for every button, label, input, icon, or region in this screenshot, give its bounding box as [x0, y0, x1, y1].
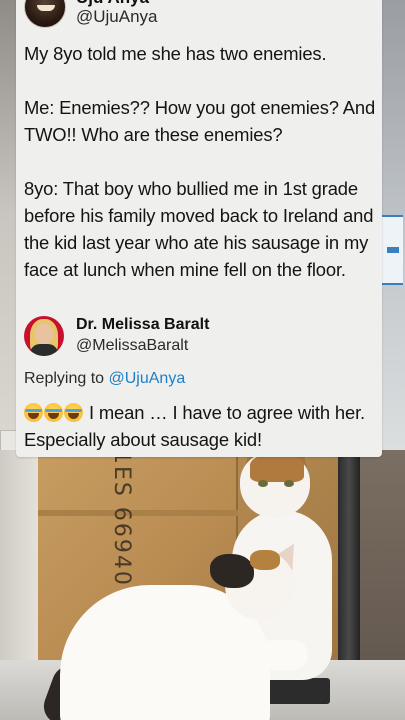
crouching-cat-paw — [258, 640, 308, 670]
face-with-tears-of-joy-icon — [64, 403, 83, 422]
standing-cat-eye-left — [258, 480, 268, 487]
reply-text-block: I mean … I have to agree with her. Espec… — [24, 399, 380, 453]
reply-author-handle[interactable]: @MelissaBaralt — [76, 337, 188, 355]
face-with-tears-of-joy-icon — [24, 403, 43, 422]
avatar-shirt — [30, 344, 58, 356]
replying-to-link[interactable]: @UjuAnya — [109, 370, 186, 387]
background-sign — [379, 215, 403, 285]
box-tape — [38, 510, 238, 516]
cats-photo: 1ES 66940 — [0, 450, 405, 720]
post-author-handle[interactable]: @UjuAnya — [76, 7, 158, 27]
standing-cat-patch — [250, 454, 304, 482]
tweet-card: Uju Anya @UjuAnya My 8yo told me she has… — [16, 0, 382, 457]
replying-to-label: Replying to — [24, 370, 105, 387]
crouching-cat-orange-patch — [250, 550, 280, 570]
reply-author-name[interactable]: Dr. Melissa Baralt — [76, 316, 209, 334]
standing-cat-eye-right — [284, 480, 294, 487]
avatar[interactable] — [24, 0, 66, 28]
replying-to: Replying to @UjuAnya — [24, 370, 185, 388]
box-print: 1ES 66940 — [109, 450, 134, 587]
reply-avatar[interactable] — [24, 316, 64, 356]
crouching-cat-black-patch — [210, 554, 254, 588]
face-with-tears-of-joy-icon — [44, 403, 63, 422]
avatar-face — [35, 323, 53, 345]
post-text: My 8yo told me she has two enemies. Me: … — [24, 43, 376, 280]
